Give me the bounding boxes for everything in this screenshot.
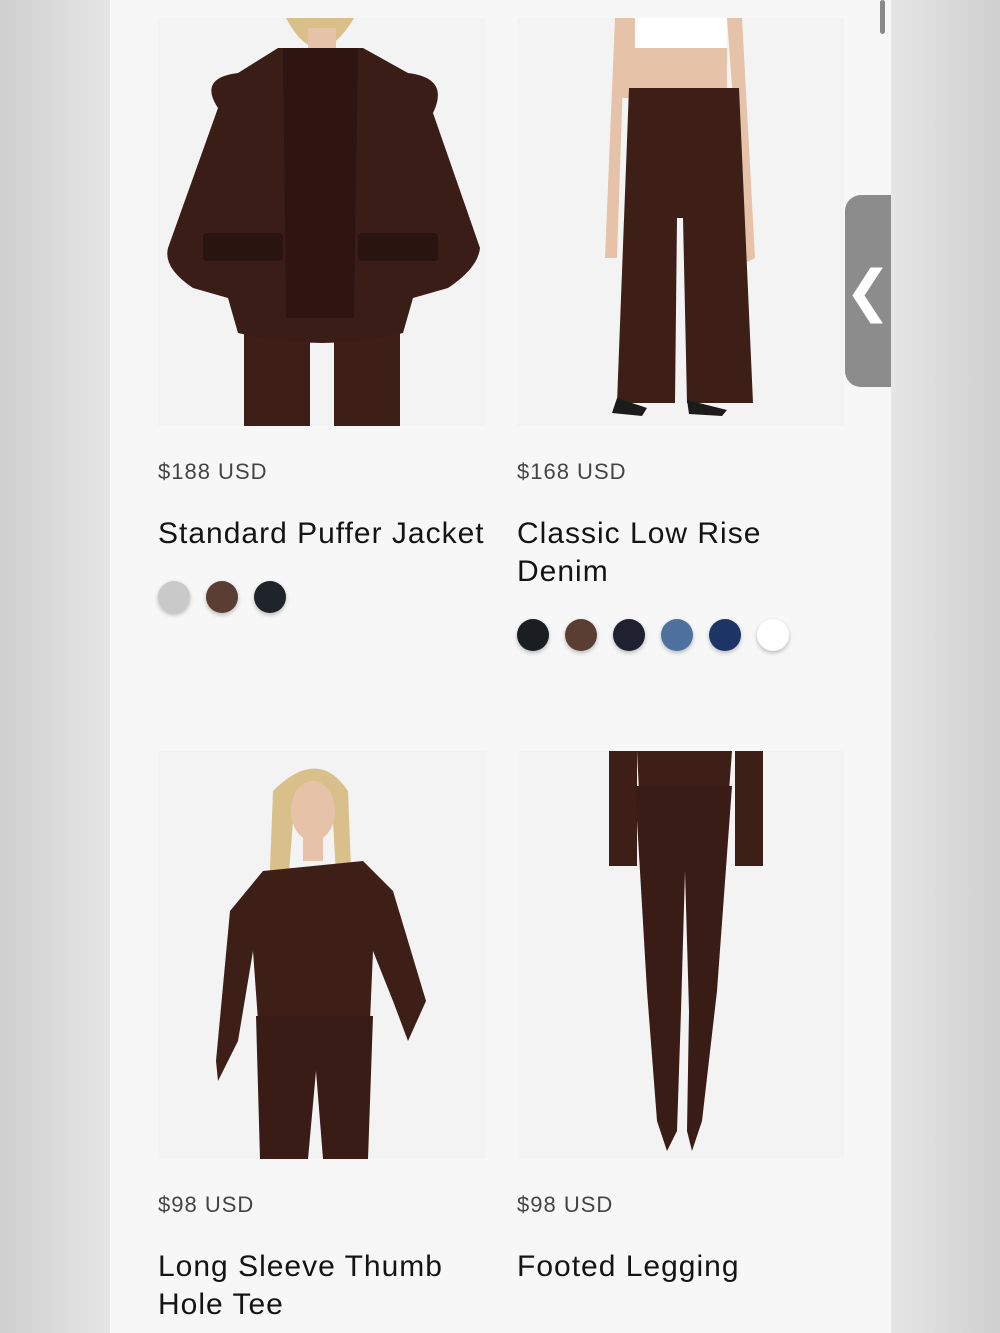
puffer-jacket-photo[interactable] — [158, 18, 485, 426]
color-swatch[interactable] — [613, 619, 645, 651]
product-card[interactable]: $188 USD Standard Puffer Jacket — [158, 18, 485, 613]
product-title[interactable]: Standard Puffer Jacket — [158, 515, 485, 553]
denim-pants-photo[interactable] — [517, 18, 844, 426]
color-swatch[interactable] — [757, 619, 789, 651]
product-title[interactable]: Classic Low Rise Denim — [517, 515, 844, 591]
scrollbar-thumb[interactable] — [880, 0, 885, 34]
product-price: $98 USD — [517, 1192, 614, 1217]
long-sleeve-tee-photo[interactable] — [158, 751, 485, 1159]
color-swatch[interactable] — [517, 619, 549, 651]
backdrop-right — [891, 0, 1000, 1333]
color-swatch[interactable] — [254, 581, 286, 613]
footed-legging-photo[interactable] — [517, 751, 844, 1159]
color-swatch[interactable] — [206, 581, 238, 613]
color-swatches — [158, 581, 485, 613]
color-swatches — [517, 619, 844, 651]
product-grid-page: $188 USD Standard Puffer Jacket $168 USD… — [110, 0, 891, 1333]
product-title[interactable]: Long Sleeve Thumb Hole Tee — [158, 1248, 485, 1324]
color-swatch[interactable] — [709, 619, 741, 651]
chevron-left-icon: ❮ — [844, 259, 892, 322]
color-swatch[interactable] — [158, 581, 190, 613]
product-card[interactable]: $98 USD Footed Legging — [517, 751, 844, 1286]
product-price: $188 USD — [158, 459, 268, 484]
color-swatch[interactable] — [661, 619, 693, 651]
color-swatch[interactable] — [565, 619, 597, 651]
product-price: $168 USD — [517, 459, 627, 484]
backdrop-left — [0, 0, 110, 1333]
product-price: $98 USD — [158, 1192, 255, 1217]
product-card[interactable]: $98 USD Long Sleeve Thumb Hole Tee — [158, 751, 485, 1324]
product-card[interactable]: $168 USD Classic Low Rise Denim — [517, 18, 844, 651]
product-title[interactable]: Footed Legging — [517, 1248, 844, 1286]
side-drawer-tab[interactable]: ❮ — [845, 195, 891, 387]
